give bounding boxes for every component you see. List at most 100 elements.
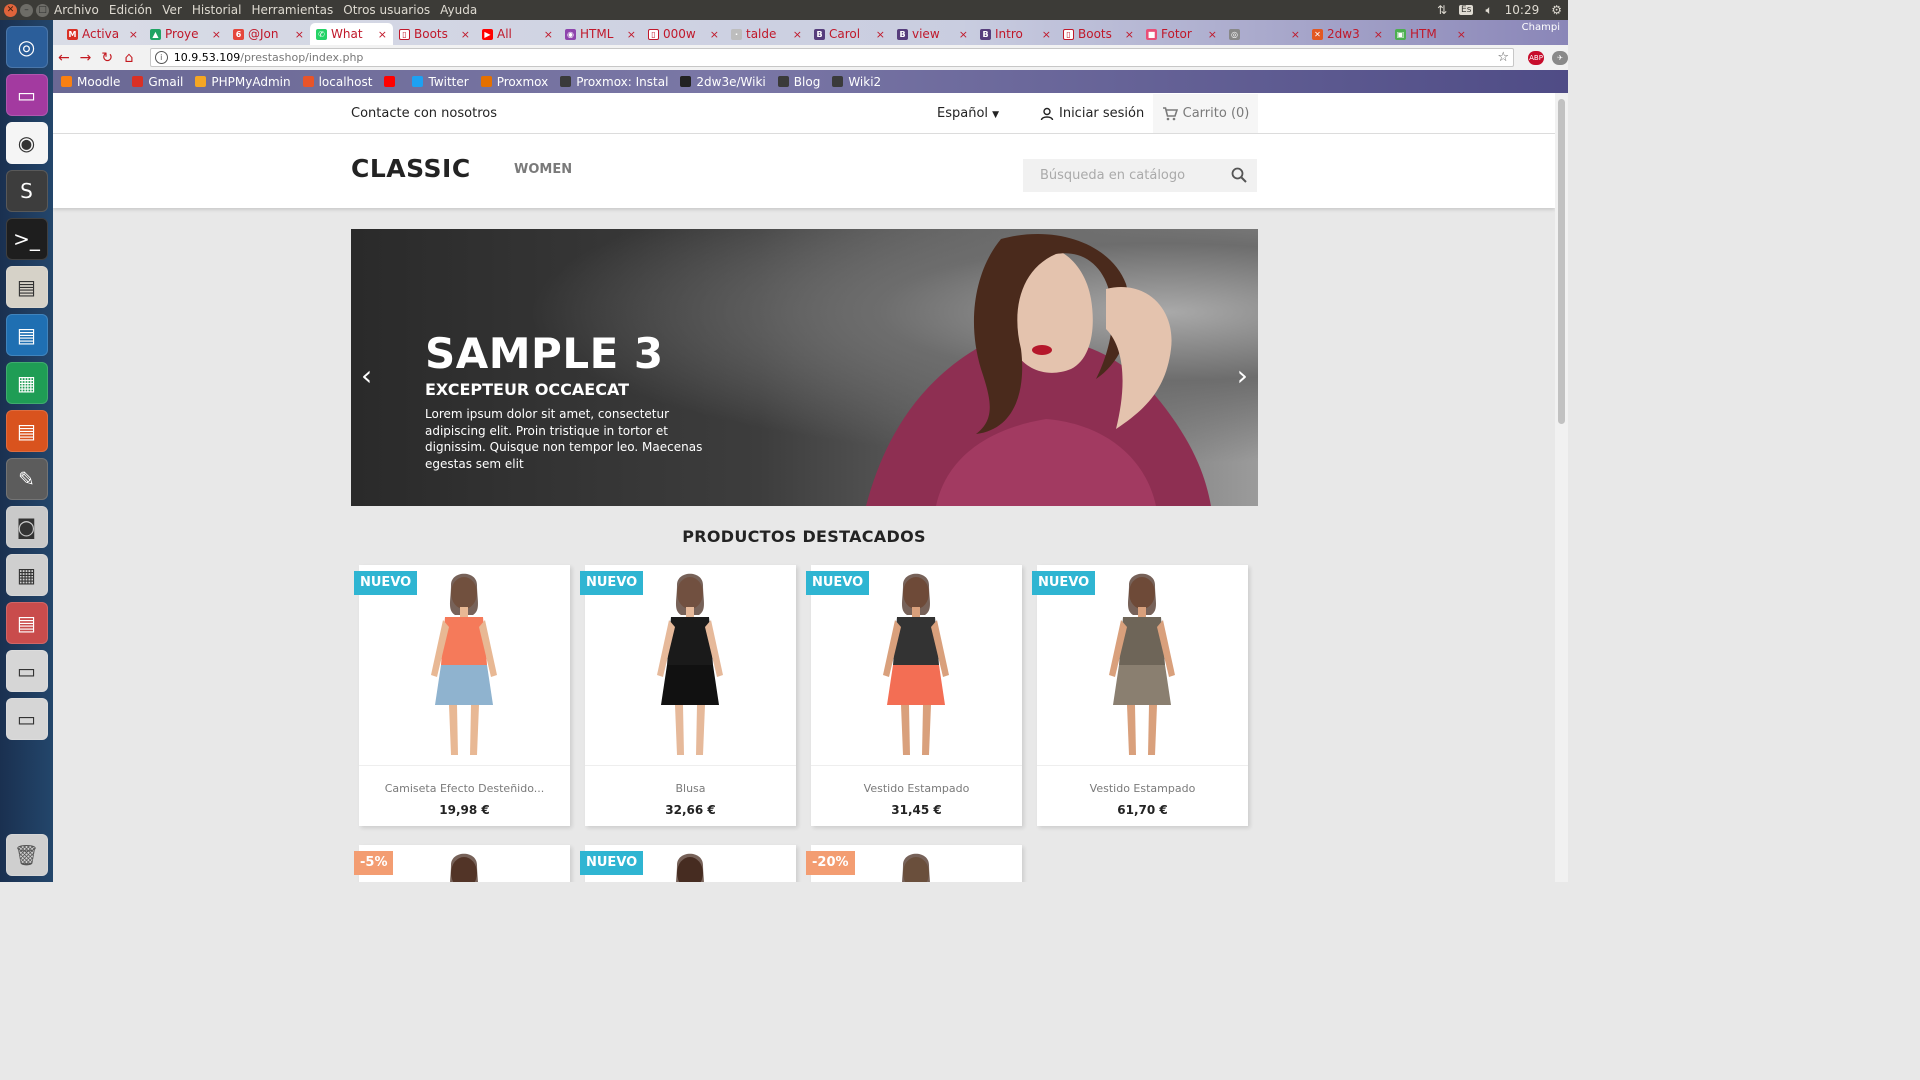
menu-item-women[interactable]: WOMEN bbox=[514, 162, 572, 177]
browser-tab[interactable]: ▲ Proye × bbox=[144, 23, 227, 45]
search-icon[interactable] bbox=[1230, 166, 1248, 184]
chrome-icon[interactable]: ◉ bbox=[5, 122, 48, 164]
home-icon[interactable]: ⌂ bbox=[118, 50, 140, 66]
scrollbar-thumb[interactable] bbox=[1558, 99, 1565, 424]
menu-item[interactable]: Historial bbox=[192, 3, 242, 17]
tab-close-icon[interactable]: × bbox=[1457, 28, 1466, 41]
bookmark-item[interactable]: Proxmox: Instal bbox=[560, 75, 668, 89]
volume-icon[interactable]: 🔈︎ bbox=[1485, 3, 1492, 18]
browser-tab[interactable]: ◉ HTML × bbox=[559, 23, 642, 45]
login-link[interactable]: Iniciar sesión bbox=[1040, 106, 1144, 121]
language-select[interactable]: Español ▼ bbox=[937, 106, 999, 121]
browser-tab[interactable]: · talde × bbox=[725, 23, 808, 45]
product-name[interactable]: Vestido Estampado bbox=[811, 782, 1022, 795]
browser-tab[interactable]: ✕ 2dw3 × bbox=[1306, 23, 1389, 45]
menu-item[interactable]: Herramientas bbox=[252, 3, 334, 17]
bookmark-item[interactable]: Moodle bbox=[61, 75, 120, 89]
url-field[interactable]: i 10.9.53.109/prestashop/index.php ☆ bbox=[149, 48, 1515, 67]
product-card[interactable]: NUEVO Vestido Estampado 61,70 € bbox=[1032, 565, 1248, 826]
carousel-next-icon[interactable]: › bbox=[1237, 359, 1248, 392]
files-icon-2[interactable]: ▤ bbox=[5, 602, 48, 644]
bookmark-star-icon[interactable]: ☆ bbox=[1497, 50, 1509, 65]
browser-tab[interactable]: ◎ × bbox=[1223, 23, 1306, 45]
tab-close-icon[interactable]: × bbox=[710, 28, 719, 41]
reload-icon[interactable]: ↻ bbox=[96, 50, 118, 66]
tab-close-icon[interactable]: × bbox=[959, 28, 968, 41]
forward-icon[interactable]: → bbox=[75, 50, 97, 66]
workspace-icon[interactable]: ▭ bbox=[5, 74, 48, 116]
shop-logo[interactable]: CLASSIC bbox=[351, 154, 471, 183]
tab-close-icon[interactable]: × bbox=[129, 28, 138, 41]
adblock-icon[interactable]: ABP bbox=[1528, 50, 1545, 65]
search-input[interactable] bbox=[1040, 168, 1220, 183]
product-image[interactable] bbox=[359, 565, 570, 766]
browser-tab[interactable]: ✆ What × bbox=[310, 23, 393, 45]
browser-tab[interactable]: ▶ All × bbox=[476, 23, 559, 45]
bookmark-item[interactable] bbox=[384, 76, 400, 87]
dash-icon[interactable]: ◎ bbox=[5, 26, 48, 68]
product-card[interactable]: NUEVO bbox=[580, 845, 796, 882]
browser-tab[interactable]: ▯ Boots × bbox=[393, 23, 476, 45]
menu-item[interactable]: Ver bbox=[162, 3, 182, 17]
menu-item[interactable]: Edición bbox=[109, 3, 152, 17]
tab-close-icon[interactable]: × bbox=[544, 28, 553, 41]
extension-icon[interactable]: ✈ bbox=[1552, 50, 1569, 65]
bookmark-item[interactable]: PHPMyAdmin bbox=[195, 75, 291, 89]
contact-link[interactable]: Contacte con nosotros bbox=[351, 106, 497, 121]
tab-close-icon[interactable]: × bbox=[1125, 28, 1134, 41]
trash-icon[interactable]: 🗑︎ bbox=[5, 834, 48, 876]
writer-icon[interactable]: ▤ bbox=[5, 314, 48, 356]
browser-tab[interactable]: 6 @Jon × bbox=[227, 23, 310, 45]
browser-tab[interactable]: B Carol × bbox=[808, 23, 891, 45]
carousel-prev-icon[interactable]: ‹ bbox=[361, 359, 372, 392]
product-image[interactable] bbox=[811, 565, 1022, 766]
tab-close-icon[interactable]: × bbox=[1042, 28, 1051, 41]
product-card[interactable]: NUEVO Vestido Estampado 31,45 € bbox=[806, 565, 1022, 826]
product-card[interactable]: -20% bbox=[806, 845, 1022, 882]
tab-close-icon[interactable]: × bbox=[627, 28, 636, 41]
impress-icon[interactable]: ▤ bbox=[5, 410, 48, 452]
browser-tab[interactable]: ▯ Boots × bbox=[1057, 23, 1140, 45]
bookmark-item[interactable]: localhost bbox=[302, 75, 372, 89]
window-minimize-icon[interactable]: – bbox=[20, 3, 33, 17]
window-close-icon[interactable]: ✕ bbox=[4, 3, 17, 17]
product-card[interactable]: NUEVO Blusa 32,66 € bbox=[580, 565, 796, 826]
product-name[interactable]: Camiseta Efecto Desteñido... bbox=[359, 782, 570, 795]
back-icon[interactable]: ← bbox=[53, 50, 75, 66]
browser-tab[interactable]: ■ Fotor × bbox=[1140, 23, 1223, 45]
drive-icon[interactable]: ▭ bbox=[5, 650, 48, 692]
bookmark-item[interactable]: Wiki2 bbox=[832, 75, 881, 89]
bookmark-item[interactable]: Proxmox bbox=[480, 75, 548, 89]
keyboard-layout-indicator[interactable]: Es bbox=[1459, 5, 1474, 15]
profile-name[interactable]: Champi bbox=[1522, 22, 1560, 33]
settings-icon[interactable]: ✎ bbox=[5, 458, 48, 500]
product-name[interactable]: Blusa bbox=[585, 782, 796, 795]
drive-icon-2[interactable]: ▭ bbox=[5, 698, 48, 740]
tab-close-icon[interactable]: × bbox=[876, 28, 885, 41]
window-maximize-icon[interactable]: □ bbox=[36, 3, 49, 17]
bookmark-item[interactable]: Blog bbox=[777, 75, 820, 89]
files-icon[interactable]: ▤ bbox=[5, 266, 48, 308]
browser-tab[interactable]: ▯ 000w × bbox=[642, 23, 725, 45]
tab-close-icon[interactable]: × bbox=[1208, 28, 1217, 41]
tab-close-icon[interactable]: × bbox=[461, 28, 470, 41]
network-icon[interactable]: ⇅ bbox=[1437, 3, 1447, 17]
product-card[interactable]: NUEVO Camiseta Efecto Desteñido... 19,98 € bbox=[354, 565, 570, 826]
cart-button[interactable]: Carrito (0) bbox=[1153, 94, 1258, 133]
product-image[interactable] bbox=[585, 565, 796, 766]
tab-close-icon[interactable]: × bbox=[212, 28, 221, 41]
tab-close-icon[interactable]: × bbox=[295, 28, 304, 41]
product-card[interactable]: -5% bbox=[354, 845, 570, 882]
page-scrollbar[interactable] bbox=[1555, 93, 1568, 882]
bookmark-item[interactable]: 2dw3e/Wiki bbox=[680, 75, 766, 89]
menu-item[interactable]: Archivo bbox=[54, 3, 99, 17]
product-name[interactable]: Vestido Estampado bbox=[1037, 782, 1248, 795]
browser-tab[interactable]: Bview × bbox=[891, 23, 974, 45]
browser-tab[interactable]: B Intro × bbox=[974, 23, 1057, 45]
tab-close-icon[interactable]: × bbox=[1291, 28, 1300, 41]
browser-tab[interactable]: M Activa × bbox=[61, 23, 144, 45]
tab-close-icon[interactable]: × bbox=[378, 28, 387, 41]
bookmark-item[interactable]: Gmail bbox=[132, 75, 183, 89]
tab-close-icon[interactable]: × bbox=[1374, 28, 1383, 41]
system-gear-icon[interactable]: ⚙ bbox=[1551, 3, 1562, 17]
